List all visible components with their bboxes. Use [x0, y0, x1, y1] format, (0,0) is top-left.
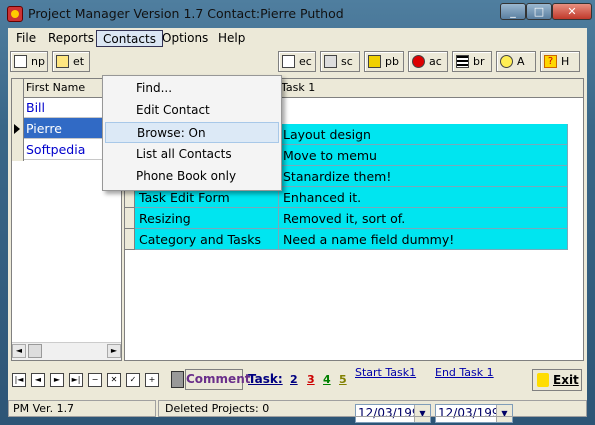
scroll-thumb[interactable] — [28, 344, 42, 358]
comment-icon — [171, 371, 184, 388]
exit-icon — [537, 373, 549, 387]
browse-label: br — [473, 55, 485, 68]
window-title: Project Manager Version 1.7 Contact:Pier… — [28, 6, 344, 21]
status-bar: PM Ver. 1.7 Deleted Projects: 0 — [8, 400, 587, 417]
comment-button[interactable]: Comment — [185, 369, 250, 390]
task-3-link[interactable]: 3 — [307, 373, 315, 386]
exit-button[interactable]: Exit — [532, 369, 582, 391]
task-detail-cell[interactable]: Move to memu — [279, 145, 568, 166]
task-row-indicator — [125, 208, 135, 229]
first-record-button[interactable]: |◄ — [12, 373, 26, 387]
close-button[interactable]: ✕ — [552, 3, 592, 20]
row-indicator-column — [12, 97, 24, 161]
task-detail-cell[interactable]: Need a name field dummy! — [279, 229, 568, 250]
new-project-button[interactable]: np — [10, 51, 48, 72]
task-detail-cell[interactable]: Enhanced it. — [279, 187, 568, 208]
new-project-label: np — [31, 55, 45, 68]
menu-reports[interactable]: Reports — [42, 30, 100, 47]
edit-contact-button[interactable]: ec — [278, 51, 316, 72]
menu-find[interactable]: Find... — [105, 78, 279, 99]
task-detail-cell[interactable]: Stanardize them! — [279, 166, 568, 187]
select-contact-label: sc — [341, 55, 353, 68]
maximize-button[interactable]: □ — [526, 3, 552, 20]
next-record-button[interactable]: ► — [50, 373, 64, 387]
scroll-right-button[interactable]: ► — [107, 344, 121, 358]
contacts-horizontal-scrollbar[interactable]: ◄ ► — [12, 342, 121, 360]
all-contacts-icon — [412, 55, 425, 68]
delete-record-button[interactable]: − — [88, 373, 102, 387]
insert-record-button[interactable]: + — [145, 373, 159, 387]
task-name-cell[interactable]: Resizing — [135, 208, 279, 229]
app-window: Project Manager Version 1.7 Contact:Pier… — [0, 0, 595, 425]
task-row-indicator — [125, 229, 135, 250]
all-contacts-label: ac — [429, 55, 442, 68]
task-name-cell[interactable]: Category and Tasks — [135, 229, 279, 250]
menu-browse-on[interactable]: Browse: On — [105, 122, 279, 143]
header-indicator — [12, 79, 24, 97]
menu-phone-book-only[interactable]: Phone Book only — [105, 166, 279, 187]
version-status: PM Ver. 1.7 — [8, 400, 156, 417]
title-bar[interactable]: Project Manager Version 1.7 Contact:Pier… — [0, 0, 595, 28]
lightbulb-button[interactable]: A — [496, 51, 536, 72]
new-project-icon — [14, 55, 27, 68]
menu-list-all-contacts[interactable]: List all Contacts — [105, 144, 279, 165]
task-5-link[interactable]: 5 — [339, 373, 347, 386]
phone-book-label: pb — [385, 55, 399, 68]
phone-book-button[interactable]: pb — [364, 51, 404, 72]
phone-book-icon — [368, 55, 381, 68]
task-row[interactable]: Resizing Removed it, sort of. — [125, 208, 568, 229]
last-record-button[interactable]: ►| — [69, 373, 83, 387]
menu-options[interactable]: Options — [156, 30, 214, 47]
help-label: H — [561, 55, 570, 68]
menu-bar: File Reports Contacts Options Help — [8, 28, 587, 48]
help-icon: ? — [544, 55, 557, 68]
minimize-button[interactable]: _ — [500, 3, 526, 20]
deleted-projects-status: Deleted Projects: 0 — [158, 400, 587, 417]
menu-help[interactable]: Help — [212, 30, 251, 47]
exit-label: Exit — [553, 373, 579, 387]
task1-header[interactable]: Task 1 — [281, 79, 315, 97]
lightbulb-label: A — [517, 55, 525, 68]
edit-contact-icon — [282, 55, 295, 68]
lightbulb-icon — [500, 55, 513, 68]
task-detail-cell[interactable]: Layout design — [279, 124, 568, 145]
post-edit-button[interactable]: ✓ — [126, 373, 140, 387]
select-contact-button[interactable]: sc — [320, 51, 360, 72]
prev-record-button[interactable]: ◄ — [31, 373, 45, 387]
bottom-control-bar: |◄ ◄ ► ►| − ✕ ✓ + Comment Task: 2 3 4 5 … — [8, 366, 587, 398]
end-task-label: End Task 1 — [435, 366, 494, 379]
menu-edit-contact[interactable]: Edit Contact — [105, 100, 279, 121]
app-icon[interactable] — [7, 6, 23, 22]
browse-button[interactable]: br — [452, 51, 492, 72]
client-area: File Reports Contacts Options Help np et… — [8, 28, 587, 423]
edit-task-button[interactable]: et — [52, 51, 90, 72]
browse-icon — [456, 55, 469, 68]
current-row-arrow-icon — [14, 124, 20, 134]
cancel-edit-button[interactable]: ✕ — [107, 373, 121, 387]
task-2-link[interactable]: 2 — [290, 373, 298, 386]
select-contact-icon — [324, 55, 337, 68]
start-task-label: Start Task1 — [355, 366, 417, 379]
menu-file[interactable]: File — [10, 30, 42, 47]
edit-contact-label: ec — [299, 55, 312, 68]
edit-task-label: et — [73, 55, 85, 68]
task-4-link[interactable]: 4 — [323, 373, 331, 386]
task-label: Task: — [248, 372, 283, 386]
contacts-dropdown-menu: Find... Edit Contact Browse: On List all… — [102, 75, 282, 191]
help-button[interactable]: ? H — [540, 51, 580, 72]
task-detail-cell[interactable]: Removed it, sort of. — [279, 208, 568, 229]
edit-task-icon — [56, 55, 69, 68]
toolbar: np et ec sc pb ac br A ? H — [8, 50, 587, 74]
first-name-header[interactable]: First Name — [26, 79, 85, 97]
scroll-left-button[interactable]: ◄ — [12, 344, 26, 358]
all-contacts-button[interactable]: ac — [408, 51, 448, 72]
menu-contacts[interactable]: Contacts — [96, 30, 163, 47]
task-row[interactable]: Category and Tasks Need a name field dum… — [125, 229, 568, 250]
